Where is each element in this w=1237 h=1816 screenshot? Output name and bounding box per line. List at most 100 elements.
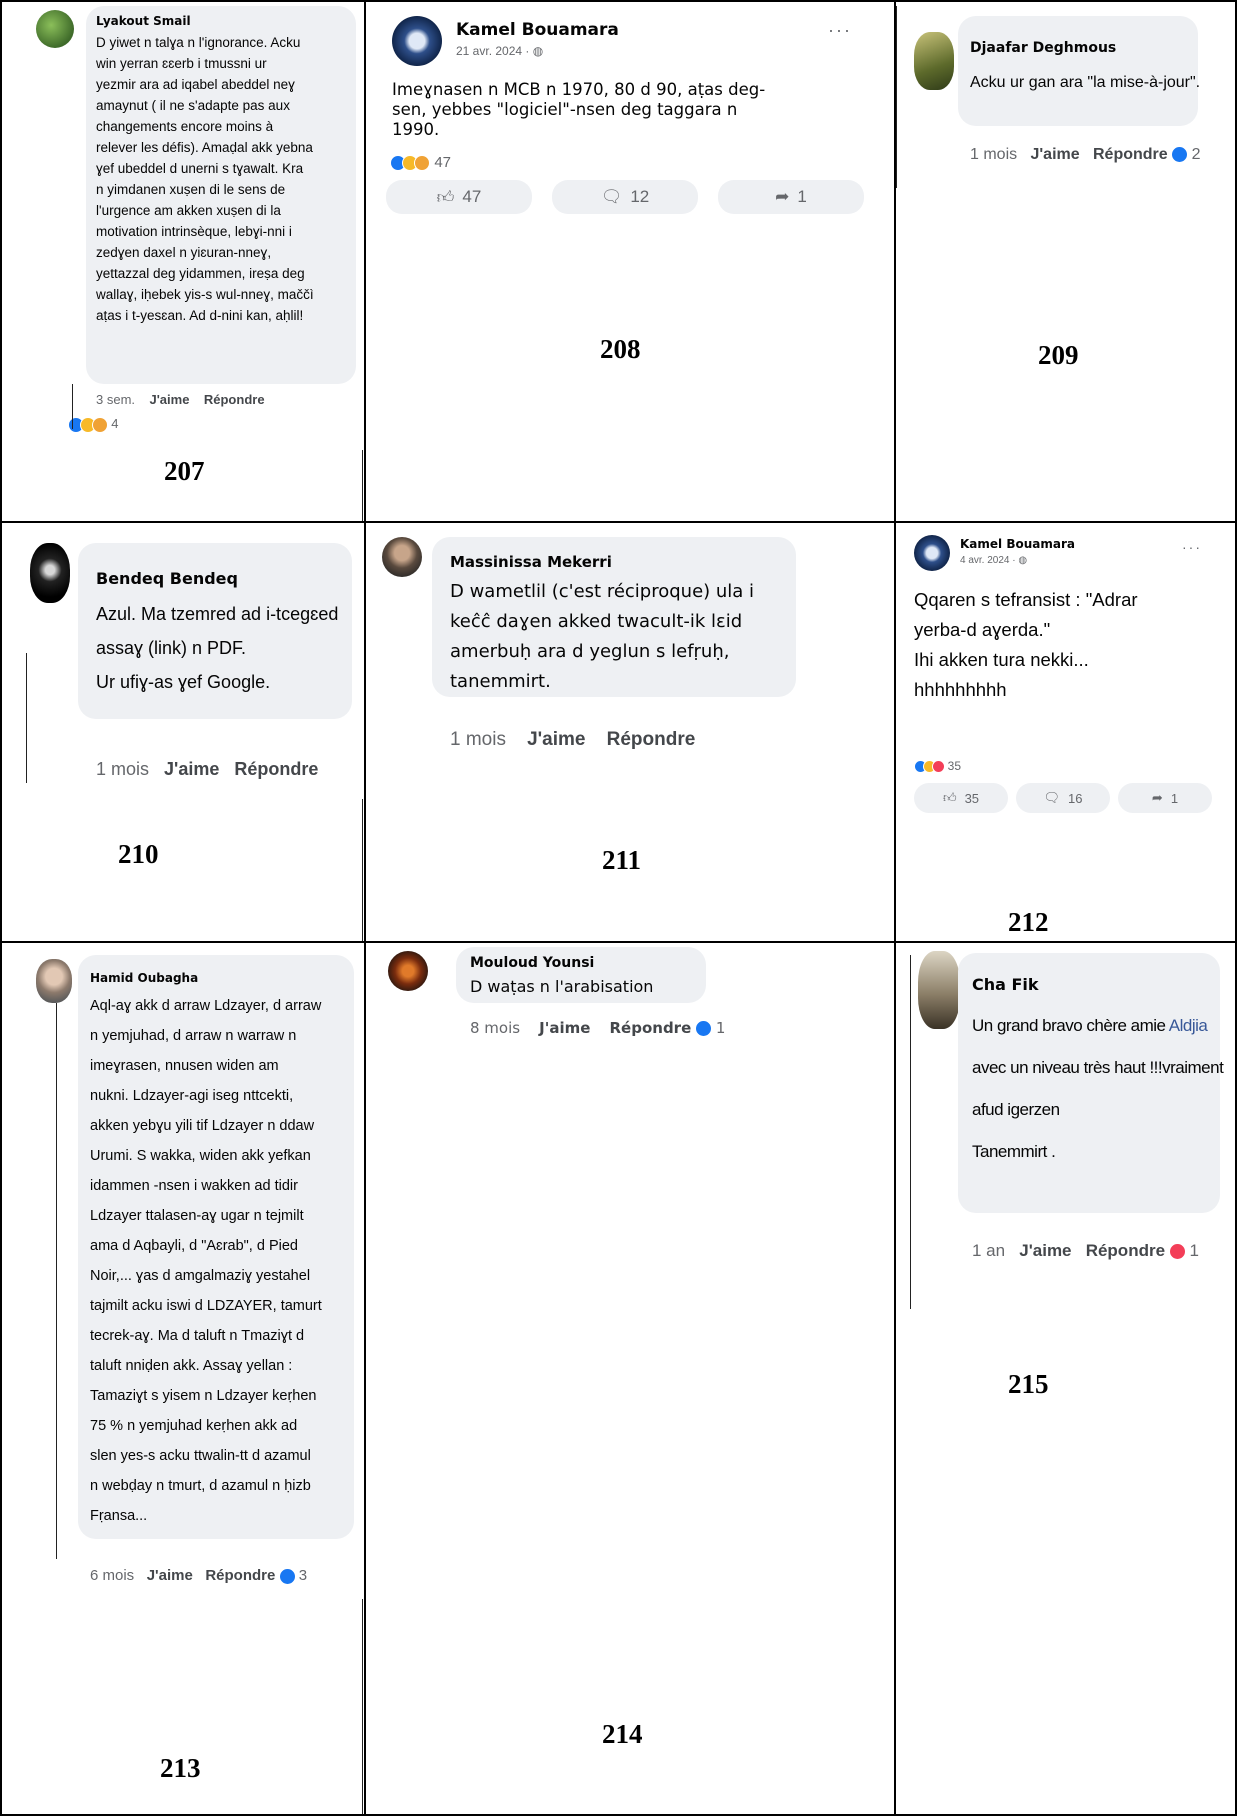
comment-line: changements encore moins à [96, 119, 274, 134]
comment-line: D wametlil (c'est réciproque) ula i [450, 581, 755, 602]
comment-bubble [958, 16, 1198, 126]
cell-212: Kamel Bouamara 4 avr. 2024 · ◍ ··· Qqare… [896, 523, 1235, 941]
comment-line: wallaɣ, iḥebek yis-s wul-nneɣ, maččì [96, 287, 314, 302]
reaction-summary[interactable]: 47 [390, 154, 452, 172]
comment-time[interactable]: 1 mois [970, 146, 1017, 163]
like-link[interactable]: J'aime [1030, 146, 1079, 163]
comment-line: imeɣrasen, nnusen widen am [90, 1058, 279, 1074]
comment-time[interactable]: 8 mois [470, 1019, 520, 1037]
share-button[interactable]: ➦ 1 [1118, 783, 1212, 813]
comment-line: assaɣ (link) n PDF. [96, 638, 247, 658]
thread-line [910, 955, 911, 1309]
like-link[interactable]: J'aime [539, 1019, 590, 1037]
comment-author[interactable]: Mouloud Younsi [470, 955, 594, 971]
like-button[interactable]: 👍︎ 47 [386, 180, 532, 214]
reply-link[interactable]: Répondre [1093, 146, 1168, 163]
comment-text: D waṭas n l'arabisation [470, 977, 654, 996]
more-options-icon[interactable]: ··· [1182, 539, 1202, 555]
comment-text: D wametlil (c'est réciproque) ula i keĉĉ… [450, 577, 754, 697]
avatar[interactable] [388, 951, 428, 991]
comment-button[interactable]: 🗨︎ 12 [552, 180, 698, 214]
post-author[interactable]: Kamel Bouamara [960, 537, 1075, 551]
comment-time[interactable]: 6 mois [90, 1567, 134, 1584]
post-author[interactable]: Kamel Bouamara [456, 20, 619, 40]
reply-link[interactable]: Répondre [607, 729, 696, 750]
comment-line: yezmir ara ad iqabel abeddel neɣ [96, 77, 295, 92]
mention-link[interactable]: Aldjia [1169, 1016, 1208, 1035]
like-link[interactable]: J'aime [164, 759, 219, 779]
post-date: 4 avr. 2024 · ◍ [960, 555, 1028, 566]
comment-actions: 1 mois J'aime Répondre 2 [970, 146, 1200, 164]
comment-line: 75 % n yemjuhad keṛhen akk ad [90, 1418, 298, 1434]
comment-line: idammen -nsen i wakken ad tidir [90, 1178, 298, 1194]
avatar[interactable] [36, 10, 74, 48]
avatar[interactable] [914, 32, 954, 90]
more-options-icon[interactable]: ··· [828, 20, 852, 41]
figure-number: 213 [160, 1753, 201, 1783]
reply-link[interactable]: Répondre [610, 1019, 692, 1037]
cell-209: Djaafar Deghmous Acku ur gan ara "la mis… [896, 2, 1235, 521]
like-link[interactable]: J'aime [147, 1567, 193, 1584]
comment-line: n webḍay n tmurt, d azamul n ḥizb [90, 1478, 311, 1494]
figure-number: 208 [600, 334, 641, 364]
figure-number: 207 [164, 456, 205, 486]
comment-line: n yimdanen xuṣen di le sens de [96, 182, 286, 197]
comment-grid: Lyakout Smail D yiwet n talɣa n l'ignora… [0, 0, 1237, 1816]
comment-author[interactable]: Massinissa Mekerri [450, 553, 612, 571]
comment-text: Acku ur gan ara "la mise-à-jour". [970, 74, 1201, 91]
comment-line: zedɣen daxel n yiɛuran-nneɣ, [96, 245, 272, 260]
reply-link[interactable]: Répondre [204, 392, 265, 407]
comment-line: slen yes-s acku ttwalin-tt d azamul [90, 1448, 311, 1464]
avatar[interactable] [30, 543, 70, 603]
avatar[interactable] [914, 535, 950, 571]
comment-actions: 1 mois J'aime Répondre [450, 729, 695, 751]
avatar[interactable] [392, 16, 442, 66]
reaction-summary[interactable]: 35 [914, 759, 961, 774]
figure-number: 214 [602, 1719, 643, 1749]
comment-author[interactable]: Hamid Oubagha [90, 971, 198, 985]
like-link[interactable]: J'aime [1019, 1241, 1071, 1260]
reply-link[interactable]: Répondre [1086, 1241, 1165, 1260]
thread-line [896, 6, 897, 188]
comment-line: afud igerzen [972, 1100, 1060, 1119]
reply-link[interactable]: Répondre [234, 759, 318, 779]
share-icon: ➦ [1151, 790, 1163, 805]
reply-link[interactable]: Répondre [205, 1567, 275, 1584]
comment-button[interactable]: 🗨︎ 16 [1016, 783, 1110, 813]
thread-line [56, 1003, 57, 1559]
comment-text: Aql-aɣ akk d arraw Ldzayer, d arraw n ye… [90, 991, 352, 1531]
figure-number: 209 [1038, 340, 1079, 370]
comment-line: tanemmirt. [450, 671, 551, 692]
like-button[interactable]: 👍︎ 35 [914, 783, 1008, 813]
post-date: 21 avr. 2024 · ◍ [456, 44, 544, 58]
comment-line: n yemjuhad, d arraw n warraw n [90, 1028, 297, 1044]
thumbs-up-icon: 👍︎ [942, 790, 957, 805]
share-button[interactable]: ➦ 1 [718, 180, 864, 214]
comment-author[interactable]: Bendeq Bendeq [96, 569, 238, 588]
thread-line [26, 653, 27, 783]
reaction-summary[interactable]: 4 [68, 416, 118, 433]
like-link[interactable]: J'aime [149, 392, 189, 407]
avatar[interactable] [918, 951, 960, 1029]
post-line: Ihi akken tura nekki... [914, 649, 1089, 670]
reaction-count: 47 [434, 154, 452, 171]
comment-author[interactable]: Djaafar Deghmous [970, 40, 1116, 56]
comment-author[interactable]: Cha Fik [972, 975, 1039, 994]
thread-line [362, 799, 363, 941]
comment-time[interactable]: 1 mois [96, 759, 149, 779]
comment-line: win yerran ɛɛerb i tmussni ur [96, 56, 267, 71]
figure-number: 210 [118, 839, 159, 869]
comment-time[interactable]: 3 sem. [96, 392, 135, 407]
comment-author[interactable]: Lyakout Smail [96, 14, 191, 28]
avatar[interactable] [382, 537, 422, 577]
thread-line [362, 1599, 363, 1814]
comment-time[interactable]: 1 an [972, 1241, 1005, 1260]
like-reaction-icon [279, 1568, 295, 1584]
post-line: Imeɣnasen n MCB n 1970, 80 d 90, aṭas de… [392, 80, 766, 99]
like-link[interactable]: J'aime [527, 729, 585, 750]
comment-time[interactable]: 1 mois [450, 729, 506, 750]
comment-actions: 6 mois J'aime Répondre 3 [90, 1567, 307, 1584]
comment-line: akken yebɣu yili tif Ldzayer n ddaw [90, 1118, 315, 1134]
avatar[interactable] [36, 959, 72, 1003]
reaction-count: 1 [1189, 1241, 1199, 1260]
